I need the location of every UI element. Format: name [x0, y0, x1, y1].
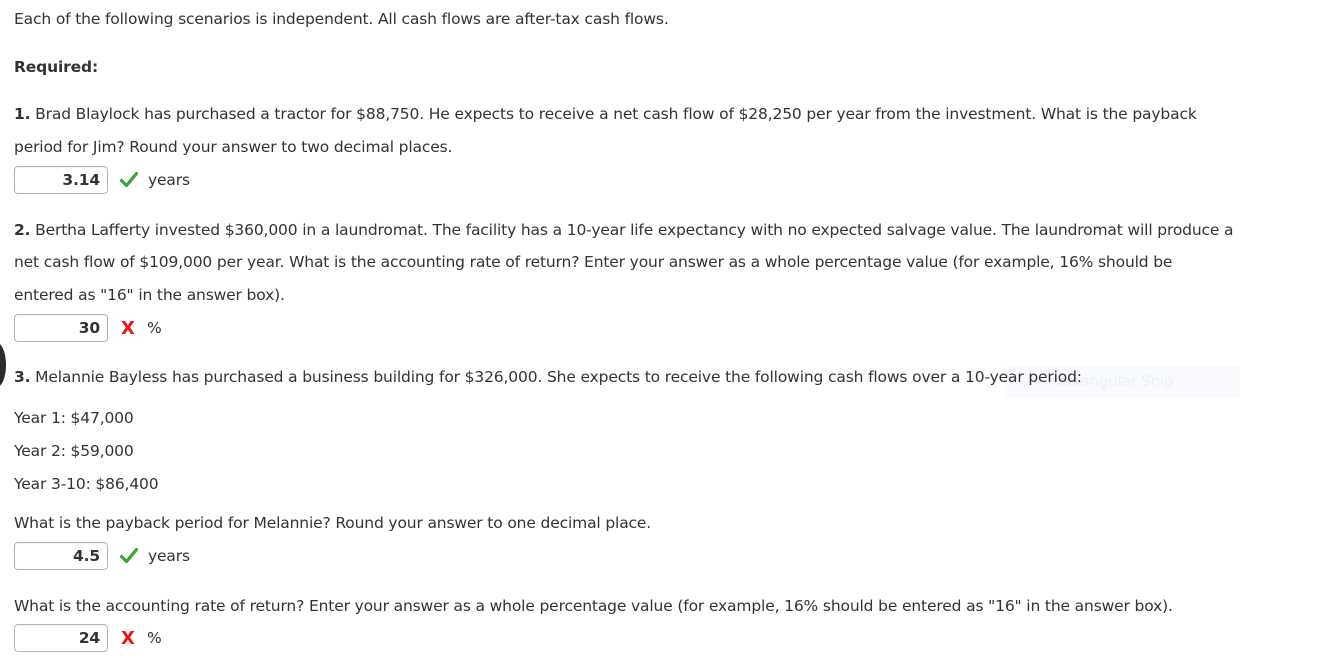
- intro-text: Each of the following scenarios is indep…: [14, 10, 669, 28]
- checkmark-icon: [120, 172, 142, 188]
- q3a-unit: years: [148, 547, 190, 565]
- q1-unit: years: [148, 171, 190, 189]
- required-label: Required:: [14, 58, 98, 76]
- cash-flow-year2: Year 2: $59,000: [14, 442, 134, 460]
- q2-number: 2.: [14, 221, 31, 239]
- screen-edge-cursor-artifact: [0, 343, 6, 387]
- q2-unit: %: [147, 319, 162, 337]
- q2-answer-input[interactable]: 30: [14, 314, 108, 342]
- q3-number: 3.: [14, 368, 31, 386]
- required-heading: Required:: [14, 57, 98, 77]
- q3a-question: What is the payback period for Melannie?…: [14, 514, 652, 532]
- checkmark-icon: [120, 548, 142, 564]
- q3-line1: Melannie Bayless has purchased a busines…: [30, 368, 1082, 386]
- q1-number: 1.: [14, 105, 31, 123]
- q3a-answer-row: 4.5 years: [14, 541, 190, 571]
- q2-text-line2: net cash flow of $109,000 per year. What…: [14, 253, 1173, 271]
- q3b-question: What is the accounting rate of return? E…: [14, 597, 1173, 615]
- q2-line1: Bertha Lafferty invested $360,000 in a l…: [30, 221, 1234, 239]
- x-mark-icon: X: [121, 317, 135, 339]
- q1-text-line1: 1. Brad Blaylock has purchased a tractor…: [14, 104, 1197, 124]
- q3b-unit: %: [147, 629, 162, 647]
- q1-line1: Brad Blaylock has purchased a tractor fo…: [30, 105, 1197, 123]
- q1-text-line2: period for Jim? Round your answer to two…: [14, 138, 453, 156]
- x-mark-icon: X: [121, 627, 135, 649]
- q2-answer-row: 30 X %: [14, 313, 162, 343]
- q3-text-line1: 3. Melannie Bayless has purchased a busi…: [14, 367, 1082, 387]
- q3a-answer-input[interactable]: 4.5: [14, 542, 108, 570]
- q3b-answer-input[interactable]: 24: [14, 624, 108, 652]
- q2-text-line1: 2. Bertha Lafferty invested $360,000 in …: [14, 220, 1234, 240]
- cash-flow-year3-10: Year 3-10: $86,400: [14, 475, 159, 493]
- q1-answer-input[interactable]: 3.14: [14, 166, 108, 194]
- q3b-answer-row: 24 X %: [14, 623, 162, 653]
- q1-answer-row: 3.14 years: [14, 165, 190, 195]
- q2-text-line3: entered as "16" in the answer box).: [14, 286, 285, 304]
- cash-flow-year1: Year 1: $47,000: [14, 409, 134, 427]
